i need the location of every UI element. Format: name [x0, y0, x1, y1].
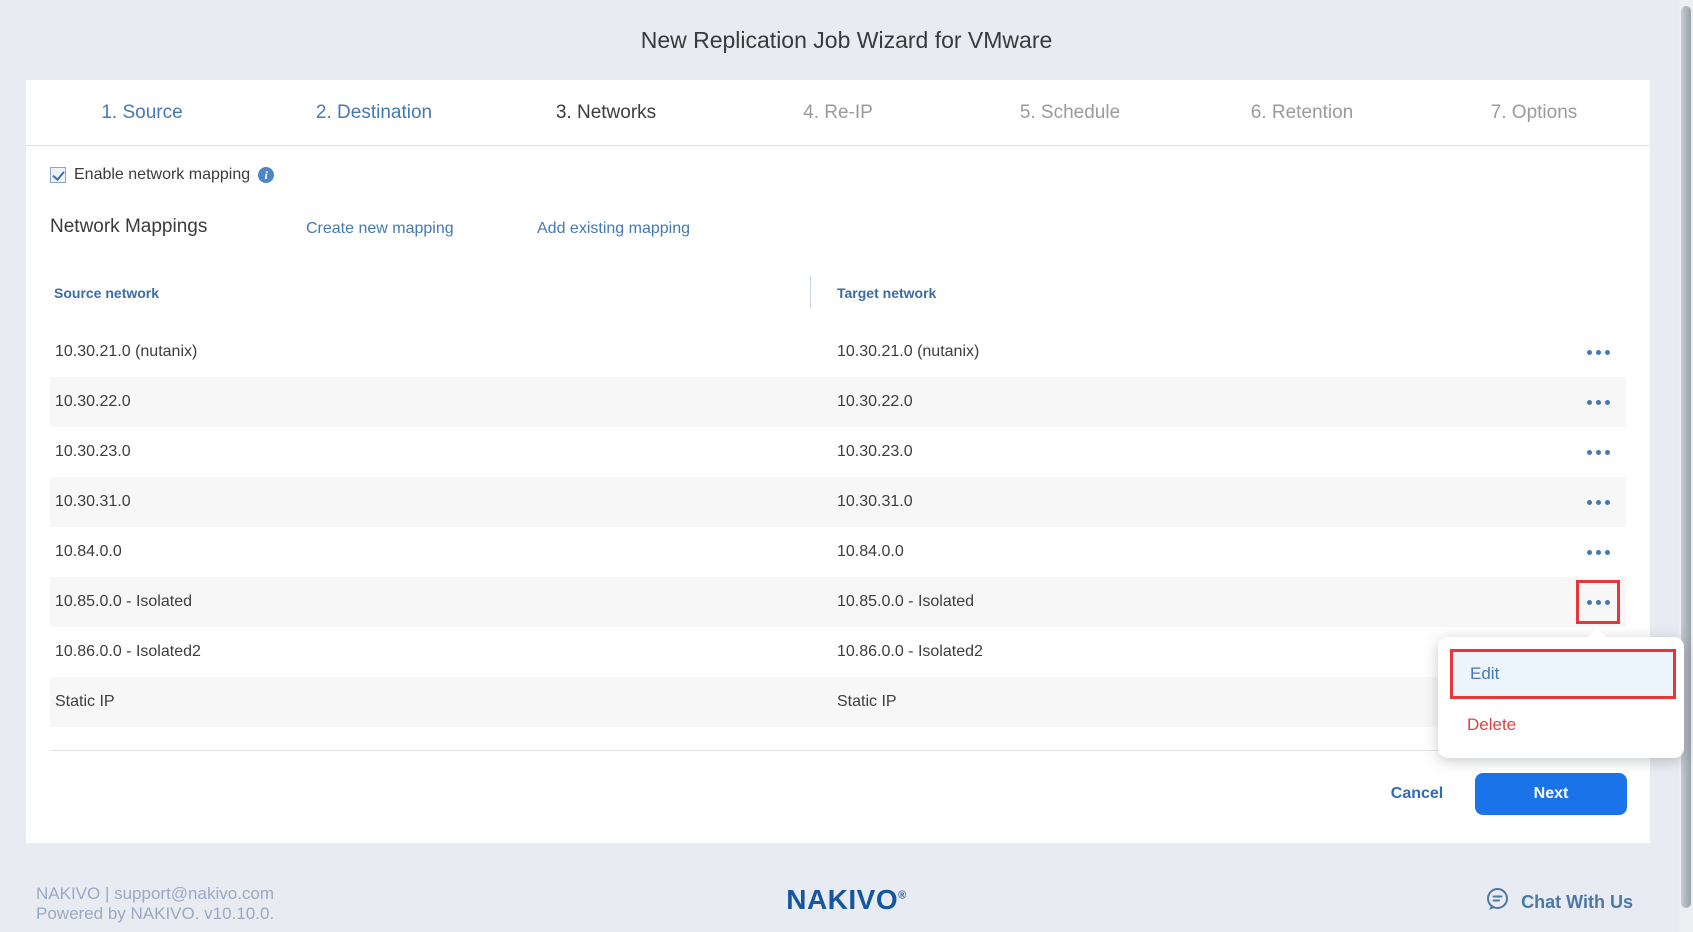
row-menu-button-annotated[interactable] — [1576, 580, 1620, 624]
enable-network-mapping-row: Enable network mapping i — [50, 166, 274, 184]
source-network-cell: 10.30.23.0 — [50, 443, 837, 461]
chat-with-us-button[interactable]: Chat With Us — [1484, 886, 1633, 918]
target-network-cell: 10.30.22.0 — [837, 393, 1626, 411]
source-network-header: Source network — [54, 285, 159, 301]
target-network-cell: 10.30.31.0 — [837, 493, 1626, 511]
table-row: 10.30.21.0 (nutanix) 10.30.21.0 (nutanix… — [50, 327, 1626, 377]
row-context-menu: Edit Delete — [1438, 637, 1684, 758]
tab-options[interactable]: 7. Options — [1418, 102, 1650, 124]
source-network-cell: 10.30.22.0 — [50, 393, 837, 411]
column-divider — [810, 276, 811, 308]
tab-source[interactable]: 1. Source — [26, 102, 258, 124]
next-button[interactable]: Next — [1475, 773, 1627, 815]
scrollbar-thumb[interactable] — [1681, 6, 1691, 908]
table-row: 10.84.0.0 10.84.0.0 — [50, 527, 1626, 577]
more-options-icon — [1587, 600, 1592, 605]
row-menu-button[interactable] — [1576, 330, 1620, 374]
source-network-cell: 10.84.0.0 — [50, 543, 837, 561]
source-network-cell: Static IP — [50, 693, 837, 711]
scrollbar-track[interactable] — [1679, 0, 1693, 932]
page-title: New Replication Job Wizard for VMware — [0, 27, 1693, 54]
tab-re-ip[interactable]: 4. Re-IP — [722, 102, 954, 124]
wizard-steps: 1. Source 2. Destination 3. Networks 4. … — [26, 80, 1650, 146]
target-network-header: Target network — [837, 285, 936, 301]
source-network-cell: 10.85.0.0 - Isolated — [50, 593, 837, 611]
row-menu-button[interactable] — [1576, 430, 1620, 474]
nakivo-logo: NAKIVO® — [0, 884, 1693, 916]
context-menu-caret — [1588, 629, 1606, 637]
row-menu-button[interactable] — [1576, 480, 1620, 524]
network-mappings-heading: Network Mappings — [50, 216, 207, 238]
tab-schedule[interactable]: 5. Schedule — [954, 102, 1186, 124]
info-icon[interactable]: i — [258, 167, 274, 183]
target-network-cell: 10.85.0.0 - Isolated — [837, 593, 1626, 611]
registered-mark: ® — [898, 890, 907, 902]
row-menu-button[interactable] — [1576, 380, 1620, 424]
target-network-cell: 10.30.21.0 (nutanix) — [837, 343, 1626, 361]
table-row: 10.30.22.0 10.30.22.0 — [50, 377, 1626, 427]
more-options-icon — [1587, 550, 1592, 555]
network-mappings-table: 10.30.21.0 (nutanix) 10.30.21.0 (nutanix… — [50, 327, 1626, 727]
row-menu-button[interactable] — [1576, 530, 1620, 574]
source-network-cell: 10.30.31.0 — [50, 493, 837, 511]
add-existing-mapping-link[interactable]: Add existing mapping — [537, 220, 690, 238]
enable-network-mapping-label: Enable network mapping — [74, 166, 250, 184]
menu-item-edit[interactable]: Edit — [1453, 652, 1673, 696]
target-network-cell: 10.84.0.0 — [837, 543, 1626, 561]
table-row: Static IP Static IP — [50, 677, 1626, 727]
source-network-cell: 10.30.21.0 (nutanix) — [50, 343, 837, 361]
chat-icon — [1484, 886, 1511, 918]
table-row: 10.86.0.0 - Isolated2 10.86.0.0 - Isolat… — [50, 627, 1626, 677]
tab-networks[interactable]: 3. Networks — [490, 102, 722, 124]
source-network-cell: 10.86.0.0 - Isolated2 — [50, 643, 837, 661]
table-row: 10.30.31.0 10.30.31.0 — [50, 477, 1626, 527]
table-row-highlighted: 10.85.0.0 - Isolated 10.85.0.0 - Isolate… — [50, 577, 1626, 627]
edit-annotation-box: Edit — [1450, 649, 1676, 699]
more-options-icon — [1587, 500, 1592, 505]
footer-separator — [50, 750, 1626, 751]
tab-destination[interactable]: 2. Destination — [258, 102, 490, 124]
enable-network-mapping-checkbox[interactable] — [50, 167, 66, 183]
more-options-icon — [1587, 400, 1592, 405]
create-new-mapping-link[interactable]: Create new mapping — [306, 220, 454, 238]
target-network-cell: 10.30.23.0 — [837, 443, 1626, 461]
chat-label: Chat With Us — [1521, 892, 1633, 913]
more-options-icon — [1587, 450, 1592, 455]
wizard-card: 1. Source 2. Destination 3. Networks 4. … — [26, 80, 1650, 843]
menu-item-delete[interactable]: Delete — [1450, 703, 1676, 747]
more-options-icon — [1587, 350, 1592, 355]
table-row: 10.30.23.0 10.30.23.0 — [50, 427, 1626, 477]
tab-retention[interactable]: 6. Retention — [1186, 102, 1418, 124]
cancel-button[interactable]: Cancel — [1382, 785, 1452, 803]
